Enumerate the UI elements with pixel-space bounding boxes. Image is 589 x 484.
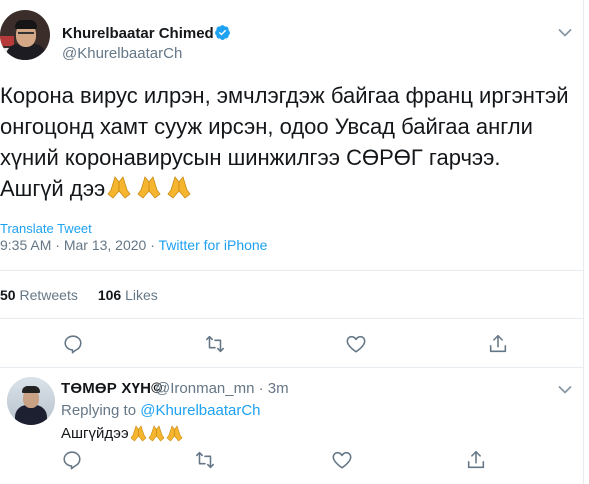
reply-like-button[interactable] [331, 449, 353, 471]
reply-reply-button[interactable] [61, 449, 83, 471]
retweet-icon [195, 451, 215, 469]
reply-author-handle[interactable]: @Ironman_mn [155, 380, 254, 397]
share-icon [489, 334, 507, 353]
retweets-count: 50 [0, 287, 16, 303]
verified-badge-icon [215, 25, 230, 40]
share-icon [467, 450, 485, 469]
like-button[interactable] [345, 333, 367, 355]
chevron-down-icon[interactable] [558, 28, 572, 38]
reply-author-name[interactable]: ТӨМӨР ХҮН© [61, 380, 162, 397]
likes-label: Likes [125, 287, 158, 303]
folded-hands-icon [107, 176, 191, 199]
retweets-label: Retweets [19, 287, 78, 303]
meta-separator: · [254, 380, 268, 397]
reply-time[interactable]: 3m [268, 380, 289, 397]
engagement-stats: 50 Retweets 106 Likes [0, 287, 158, 303]
share-button[interactable] [487, 333, 509, 355]
divider [0, 318, 583, 319]
replying-prefix: Replying to [61, 402, 137, 419]
reply-handle-time: @Ironman_mn · 3m [155, 380, 289, 397]
tweet-metadata: 9:35 AM · Mar 13, 2020 · Twitter for iPh… [0, 237, 267, 253]
reply-icon [63, 451, 81, 470]
folded-hands-emoji-group [129, 424, 183, 446]
replying-to: Replying to @KhurelbaatarCh [61, 402, 261, 419]
divider [0, 367, 583, 368]
author-avatar[interactable] [0, 10, 50, 60]
reply-retweet-button[interactable] [194, 449, 216, 471]
chevron-down-icon[interactable] [558, 385, 572, 395]
tweet-source-link[interactable]: Twitter for iPhone [159, 237, 268, 253]
reply-share-button[interactable] [465, 449, 487, 471]
reply-author-avatar[interactable] [7, 377, 55, 425]
reply-text: Ашгүйдээ [61, 424, 183, 446]
retweet-icon [205, 335, 225, 353]
tweet-date[interactable]: Mar 13, 2020 [64, 237, 147, 253]
divider [0, 270, 583, 271]
replying-to-link[interactable]: @KhurelbaatarCh [140, 402, 260, 419]
reply-button[interactable] [62, 333, 84, 355]
folded-hands-icon [130, 425, 183, 442]
meta-separator: · [150, 237, 159, 253]
reply-icon [64, 335, 82, 354]
tweet-time[interactable]: 9:35 AM [0, 237, 51, 253]
tweet-text-content: Корона вирус илрэн, эмчлэгдэж байгаа фра… [0, 83, 569, 201]
like-icon [346, 335, 366, 353]
likes-count: 106 [97, 287, 122, 303]
translate-tweet-link[interactable]: Translate Tweet [0, 221, 92, 236]
tweet-text: Корона вирус илрэн, эмчлэгдэж байгаа фра… [0, 80, 570, 208]
reply-text-content: Ашгүйдээ [61, 425, 129, 442]
author-name[interactable]: Khurelbaatar Chimed [62, 25, 214, 42]
author-handle[interactable]: @KhurelbaatarCh [62, 45, 182, 62]
like-icon [332, 451, 352, 469]
retweet-button[interactable] [204, 333, 226, 355]
column-border [583, 0, 584, 484]
folded-hands-emoji-group [105, 174, 193, 208]
retweets-stat[interactable]: 50 Retweets [0, 287, 78, 303]
meta-separator: · [55, 237, 64, 253]
likes-stat[interactable]: 106 Likes [98, 287, 158, 303]
